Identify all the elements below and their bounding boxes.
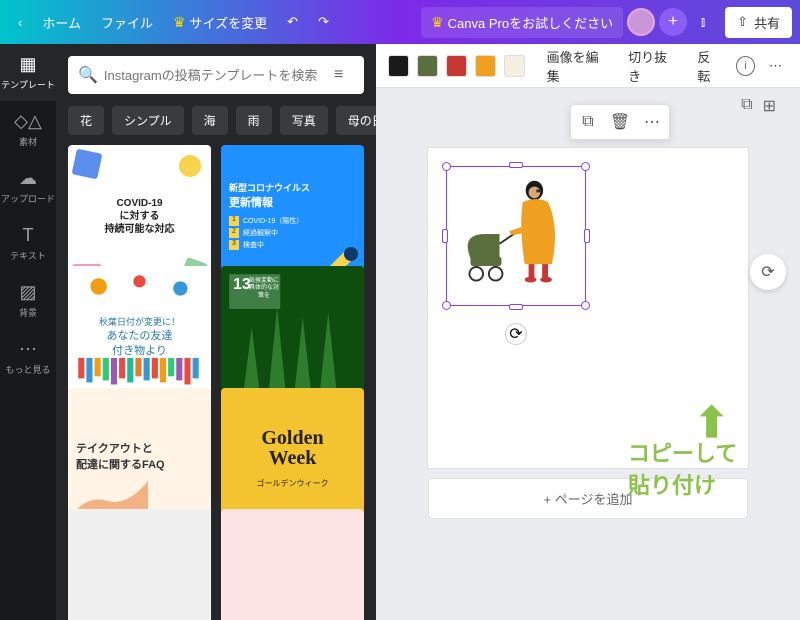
template-icon: ▦: [18, 54, 38, 74]
chip[interactable]: 雨: [236, 106, 272, 135]
redo-button[interactable]: ↷: [308, 8, 339, 36]
color-swatch[interactable]: [417, 55, 438, 77]
background-icon: ▨: [18, 282, 38, 302]
tpl-text: Golden: [257, 429, 329, 447]
chip[interactable]: 花: [68, 106, 104, 135]
add-page-icon[interactable]: ⊞: [763, 96, 776, 116]
share-label: 共有: [754, 13, 780, 32]
tpl-text: 経過観察中: [243, 228, 278, 238]
crop-button[interactable]: 切り抜き: [622, 43, 683, 89]
more-icon[interactable]: ⋯: [763, 54, 788, 78]
tpl-text: あなたの友達: [99, 329, 180, 344]
resize-handle[interactable]: [442, 301, 451, 310]
resize-handle[interactable]: [509, 304, 523, 310]
filter-icon[interactable]: ≡: [334, 66, 354, 84]
tpl-text: 気候変動に具体的な対策を: [249, 278, 279, 300]
tpl-text: 付き物より: [99, 344, 180, 359]
sidebar-text[interactable]: T テキスト: [0, 215, 56, 272]
sidebar-label: もっと見る: [5, 363, 50, 376]
artboard[interactable]: ⟳ ⬆ コピーして貼り付け: [428, 148, 748, 468]
tpl-text: 持続可能な対応: [105, 223, 175, 236]
sidebar-label: テキスト: [10, 249, 46, 262]
upload-icon: ⇧: [737, 14, 748, 30]
templates-grid: COVID-19 に対する 持続可能な対応 新型コロナウイルス 更新情報 1CO…: [56, 145, 376, 620]
chip[interactable]: シンプル: [112, 106, 184, 135]
top-toolbar: ‹ ホーム ファイル ♛サイズを変更 ↶ ↷ ♛Canva Proをお試しくださ…: [0, 0, 800, 44]
home-button[interactable]: ホーム: [32, 7, 91, 38]
template-item[interactable]: [68, 509, 211, 620]
analytics-button[interactable]: ⫾: [687, 6, 719, 38]
canvas-area: 画像を編集 切り抜き 反転 i ⋯ ⧉ ⊞ ⧉ 🗑 ⋯: [376, 44, 800, 620]
sidebar-background[interactable]: ▨ 背景: [0, 272, 56, 329]
trash-icon[interactable]: 🗑: [609, 111, 631, 133]
back-button[interactable]: ‹: [8, 9, 32, 36]
try-pro-button[interactable]: ♛Canva Proをお試しください: [421, 7, 623, 38]
color-swatch[interactable]: [475, 55, 496, 77]
left-sidebar: ▦ テンプレート ◇△ 素材 ☁ アップロード T テキスト ▨ 背景 ⋯ もっと見る: [0, 44, 56, 620]
edit-image-button[interactable]: 画像を編集: [541, 43, 615, 89]
crown-icon: ♛: [431, 14, 444, 31]
color-swatch[interactable]: [388, 55, 409, 77]
chip[interactable]: 海: [192, 106, 228, 135]
avatar[interactable]: [627, 8, 655, 36]
sidebar-label: テンプレート: [1, 78, 55, 91]
element-toolbar: ⧉ 🗑 ⋯: [570, 104, 670, 140]
tpl-text: 秋葉日付が変更に！: [99, 316, 180, 329]
tpl-text: COVID-19: [105, 197, 175, 210]
selected-image[interactable]: [453, 173, 579, 299]
tpl-text: 更新情報: [229, 194, 356, 210]
flip-button[interactable]: 反転: [691, 43, 728, 89]
sidebar-templates[interactable]: ▦ テンプレート: [0, 44, 56, 101]
sidebar-label: 素材: [19, 135, 37, 148]
elements-icon: ◇△: [18, 111, 38, 131]
resize-handle[interactable]: [581, 162, 590, 171]
crown-icon: ♛: [173, 14, 186, 31]
resize-handle[interactable]: [442, 229, 448, 243]
search-box[interactable]: 🔍 ≡: [68, 56, 364, 94]
rotate-handle[interactable]: ⟳: [505, 323, 527, 345]
sidebar-uploads[interactable]: ☁ アップロード: [0, 158, 56, 215]
tpl-text: COVID-19（陽性）: [243, 216, 303, 226]
resize-handle[interactable]: [584, 229, 590, 243]
color-swatch[interactable]: [504, 55, 525, 77]
undo-button[interactable]: ↶: [277, 8, 308, 36]
add-member-button[interactable]: +: [659, 8, 687, 36]
tpl-text: Week: [257, 447, 329, 470]
share-button[interactable]: ⇧ 共有: [725, 7, 792, 38]
resize-button[interactable]: ♛サイズを変更: [163, 7, 277, 38]
help-fab[interactable]: ⟳: [750, 254, 786, 290]
resize-handle[interactable]: [442, 162, 451, 171]
sidebar-elements[interactable]: ◇△ 素材: [0, 101, 56, 158]
chip[interactable]: 写真: [280, 106, 328, 135]
sidebar-more[interactable]: ⋯ もっと見る: [0, 329, 56, 386]
resize-handle[interactable]: [581, 301, 590, 310]
file-menu[interactable]: ファイル: [91, 7, 163, 38]
search-icon: 🔍: [78, 65, 98, 85]
try-pro-label: Canva Proをお試しください: [448, 13, 613, 32]
selection-box[interactable]: ⟳: [446, 166, 586, 306]
context-toolbar: 画像を編集 切り抜き 反転 i ⋯: [376, 44, 800, 88]
more-icon[interactable]: ⋯: [641, 111, 663, 133]
tpl-text: ゴールデンウィーク: [257, 478, 329, 489]
search-input[interactable]: [104, 68, 334, 83]
tpl-text: 新型コロナウイルス: [229, 181, 356, 194]
sidebar-label: 背景: [19, 306, 37, 319]
duplicate-page-icon[interactable]: ⧉: [741, 96, 752, 116]
duplicate-icon[interactable]: ⧉: [577, 111, 599, 133]
more-icon: ⋯: [18, 339, 38, 359]
sidebar-label: アップロード: [1, 192, 55, 205]
templates-panel: 🔍 ≡ 花 シンプル 海 雨 写真 母の日 › C: [56, 44, 376, 620]
resize-handle[interactable]: [509, 162, 523, 168]
template-item[interactable]: [221, 509, 364, 620]
info-icon[interactable]: i: [736, 56, 755, 76]
resize-label: サイズを変更: [190, 13, 268, 32]
color-swatch[interactable]: [446, 55, 467, 77]
tpl-text: テイクアウトと: [76, 440, 203, 456]
cloud-icon: ☁: [18, 168, 38, 188]
tpl-text: に対する: [105, 210, 175, 223]
annotation-text: コピーして貼り付け: [628, 436, 748, 500]
filter-chips: 花 シンプル 海 雨 写真 母の日 ›: [56, 106, 376, 145]
text-icon: T: [18, 225, 38, 245]
tpl-text: 検査中: [243, 240, 264, 250]
